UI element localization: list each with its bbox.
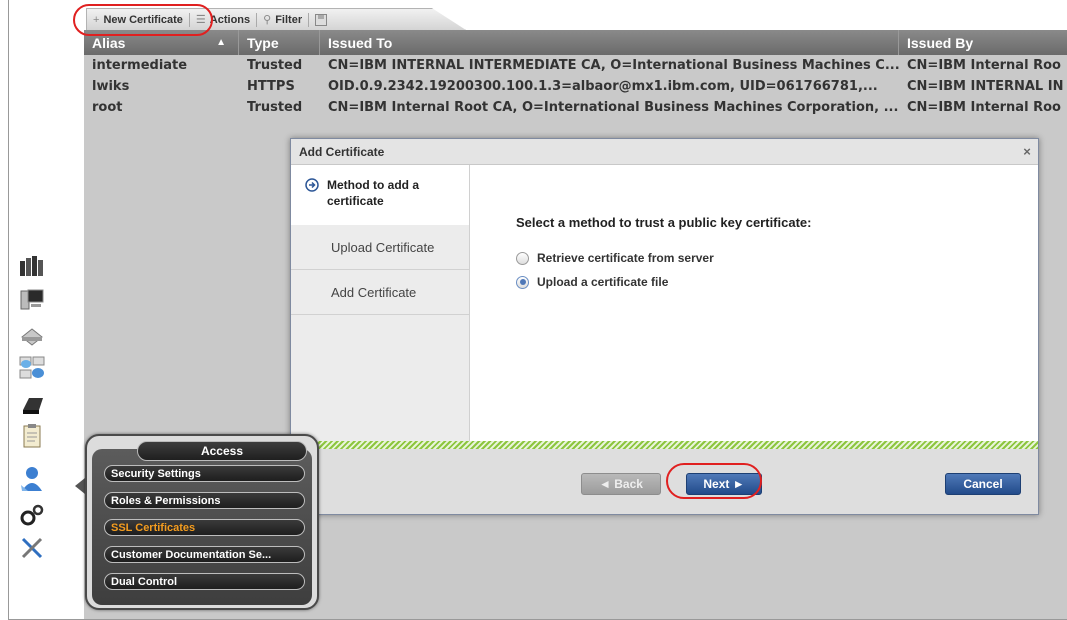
column-label: Type (247, 34, 279, 51)
cell-issued-by: CN=IBM INTERNAL IN (907, 79, 1064, 94)
cell-issued-to: OID.0.9.2342.19200300.100.1.3=albaor@mx1… (328, 79, 878, 94)
column-label: Issued By (907, 34, 974, 51)
user-icon[interactable] (19, 466, 45, 492)
table-row[interactable]: lwiks HTTPS OID.0.9.2342.19200300.100.1.… (84, 76, 1067, 97)
add-certificate-dialog: Add Certificate × Method to add a certif… (290, 138, 1039, 515)
wizard-step-add-certificate: Add Certificate (291, 270, 469, 315)
cell-issued-to: CN=IBM INTERNAL INTERMEDIATE CA, O=Inter… (328, 58, 899, 73)
dialog-title: Add Certificate (299, 144, 385, 159)
cancel-button[interactable]: Cancel (945, 473, 1021, 495)
filter-label: Filter (275, 13, 303, 26)
cell-type: Trusted (247, 58, 303, 73)
menu-item-dual-control[interactable]: Dual Control (104, 573, 305, 590)
column-label: Alias (92, 34, 126, 51)
cell-issued-by: CN=IBM Internal Roo (907, 100, 1061, 115)
wizard-step-label: Upload Certificate (331, 239, 435, 255)
column-header-type[interactable]: Type (239, 30, 320, 55)
cell-type: Trusted (247, 100, 303, 115)
clipboard-icon[interactable] (19, 423, 45, 449)
save-icon[interactable] (309, 11, 333, 29)
progress-stripe (291, 441, 1038, 449)
cell-alias: root (92, 100, 123, 115)
option-label: Retrieve certificate from server (537, 251, 714, 265)
tools-icon[interactable] (19, 535, 45, 561)
toolbar: + New Certificate ☰ Actions ⚲ Filter (84, 0, 1067, 30)
cell-issued-to: CN=IBM Internal Root CA, O=International… (328, 100, 899, 115)
app-frame: + New Certificate ☰ Actions ⚲ Filter Ali… (8, 0, 1067, 620)
highlight-new-certificate (73, 4, 213, 36)
wizard-steps: Method to add a certificate Upload Certi… (291, 165, 470, 441)
arrow-right-circle-icon (305, 178, 319, 192)
gears-icon[interactable] (19, 502, 45, 528)
access-menu-panel: Access Security Settings Roles & Permiss… (92, 441, 312, 605)
menu-item-ssl-certificates[interactable]: SSL Certificates (104, 519, 305, 536)
radio-selected[interactable] (516, 275, 529, 289)
column-header-issued-by[interactable]: Issued By (899, 30, 1067, 55)
certificates-table: Alias ▲ Type Issued To Issued By interme… (84, 30, 1067, 118)
retrieve-from-server-option[interactable]: Retrieve certificate from server (516, 249, 811, 267)
radio-unselected[interactable] (516, 251, 529, 265)
wizard-step-label: Add Certificate (331, 284, 417, 300)
cell-alias: intermediate (92, 58, 188, 73)
search-icon: ⚲ (263, 14, 272, 26)
popup-pointer (75, 478, 85, 494)
cell-issued-by: CN=IBM Internal Roo (907, 58, 1061, 73)
dialog-title-bar: Add Certificate × (291, 139, 1038, 165)
filter-button[interactable]: ⚲ Filter (257, 11, 308, 29)
wizard-step-upload-certificate: Upload Certificate (291, 225, 469, 270)
menu-item-roles-permissions[interactable]: Roles & Permissions (104, 492, 305, 509)
network-icon[interactable] (19, 355, 45, 381)
method-prompt: Select a method to trust a public key ce… (516, 215, 812, 230)
cluster-icon[interactable] (19, 253, 45, 279)
upload-file-option[interactable]: Upload a certificate file (516, 273, 811, 291)
back-button[interactable]: ◄ Back (581, 473, 661, 495)
menu-item-customer-documentation[interactable]: Customer Documentation Se... (104, 546, 305, 563)
cell-type: HTTPS (247, 79, 295, 94)
drive-icon[interactable] (19, 392, 45, 418)
wizard-step-current-label: Method to add a certificate (327, 178, 419, 208)
column-header-issued-to[interactable]: Issued To (320, 30, 899, 55)
actions-label: Actions (209, 13, 251, 26)
highlight-next-button (666, 463, 762, 499)
table-header: Alias ▲ Type Issued To Issued By (84, 30, 1067, 55)
close-icon[interactable]: × (1016, 144, 1038, 159)
column-label: Issued To (328, 34, 393, 51)
monitor-icon[interactable] (19, 287, 45, 313)
dialog-footer: ◄ Back Next ► Cancel (291, 449, 1038, 514)
wizard-step-current: Method to add a certificate (291, 165, 469, 225)
table-row[interactable]: root Trusted CN=IBM Internal Root CA, O=… (84, 97, 1067, 118)
storage-icon[interactable] (19, 323, 45, 349)
access-menu-title: Access (137, 441, 307, 461)
option-label: Upload a certificate file (537, 275, 669, 289)
access-menu: Access Security Settings Roles & Permiss… (85, 434, 319, 610)
menu-item-security-settings[interactable]: Security Settings (104, 465, 305, 482)
cell-alias: lwiks (92, 79, 130, 94)
sort-ascending-icon: ▲ (216, 37, 226, 48)
method-selection-pane: Select a method to trust a public key ce… (516, 215, 811, 297)
left-nav (9, 0, 84, 619)
table-row[interactable]: intermediate Trusted CN=IBM INTERNAL INT… (84, 55, 1067, 76)
dialog-body: Method to add a certificate Upload Certi… (291, 165, 1038, 441)
